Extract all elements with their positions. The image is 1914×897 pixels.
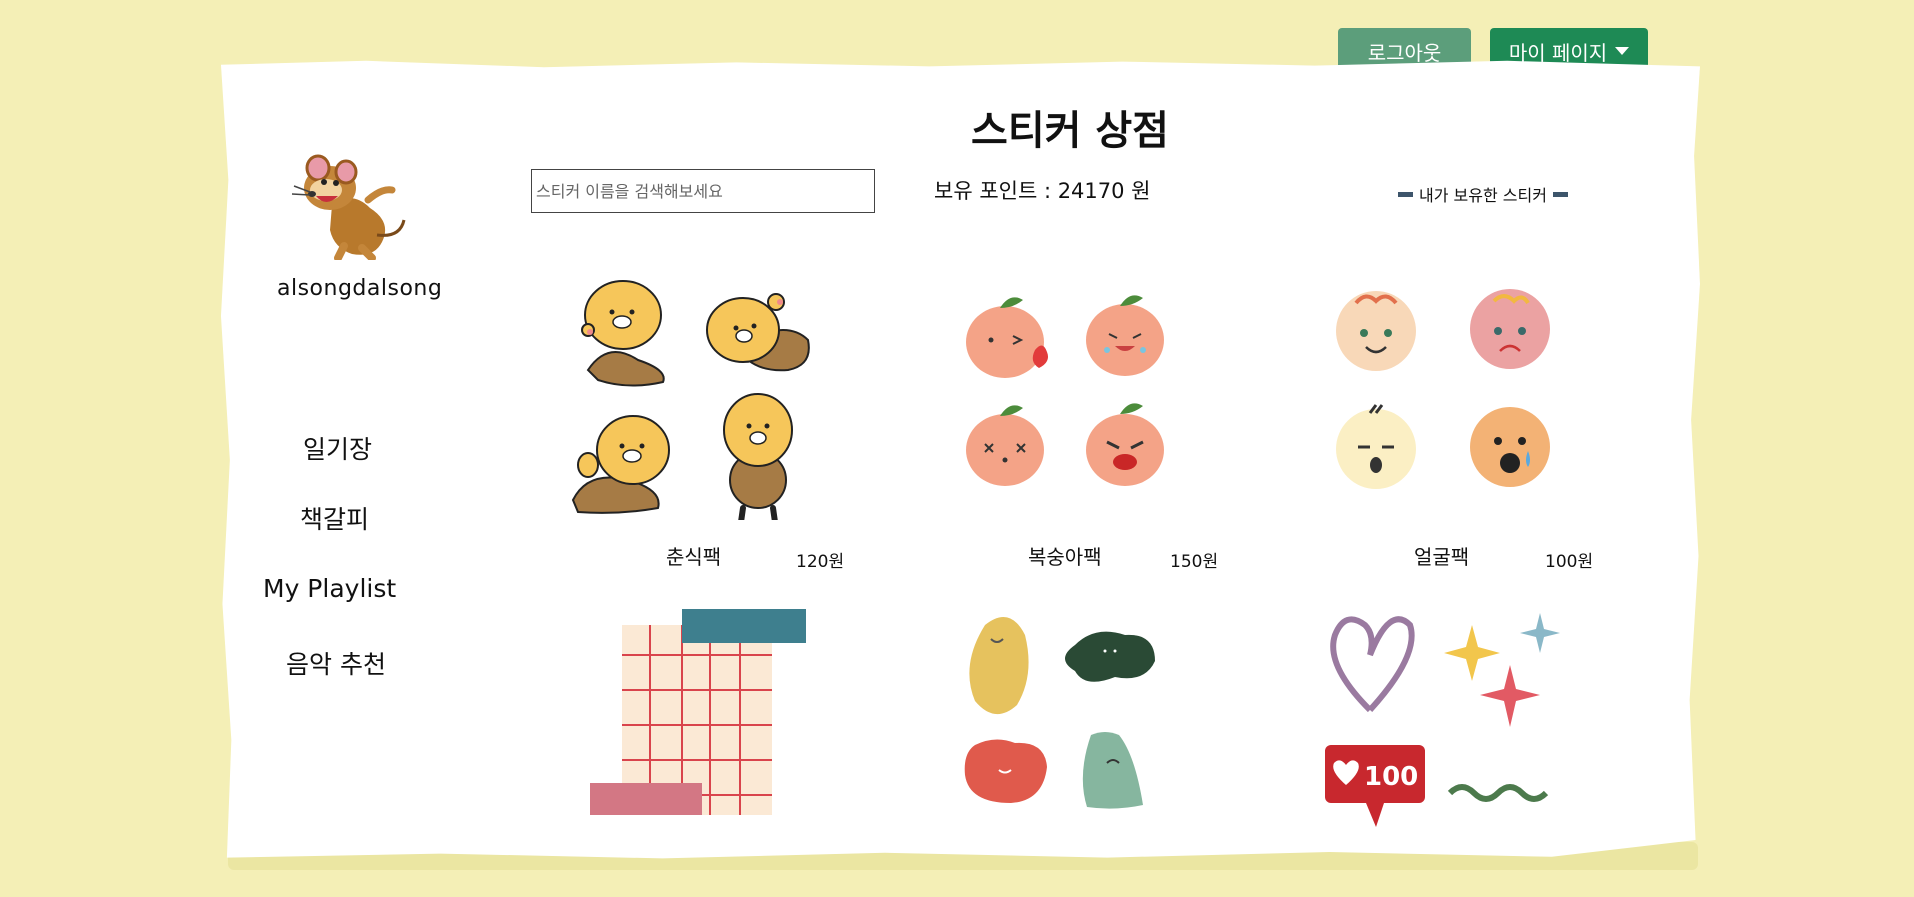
- points-balance: 보유 포인트 : 24170 원: [934, 179, 1151, 203]
- dash-icon: [1398, 191, 1413, 197]
- pack-name-face: 얼굴팩: [1414, 545, 1470, 569]
- owned-stickers-label: 내가 보유한 스티커: [1419, 186, 1547, 205]
- peach-pack-image[interactable]: [955, 290, 1185, 490]
- mypage-label: 마이 페이지: [1508, 40, 1608, 65]
- nav-item-playlist[interactable]: My Playlist: [263, 574, 396, 603]
- username: alsongdalsong: [277, 276, 443, 301]
- heart-sparkle-sticker-set[interactable]: 100: [1320, 605, 1570, 835]
- nav-item-bookmark[interactable]: 책갈피: [300, 500, 369, 536]
- pack-price-peach: 150원: [1170, 552, 1219, 572]
- chunsik-pack-image[interactable]: [568, 270, 838, 520]
- memo-paper-sticker[interactable]: [570, 605, 810, 825]
- pack-name-peach: 복숭아팩: [1028, 545, 1102, 569]
- logout-label: 로그아웃: [1367, 40, 1442, 65]
- caret-down-icon: [1615, 47, 1630, 55]
- page-title: 스티커 상점: [971, 108, 1169, 154]
- pack-price-face: 100원: [1545, 552, 1594, 572]
- face-pack-image[interactable]: [1330, 285, 1570, 495]
- pack-name-chunsik: 춘식팩: [666, 545, 722, 569]
- dash-icon: [1552, 191, 1568, 197]
- nav-item-music-recommend[interactable]: 음악 추천: [286, 645, 386, 681]
- svg-text:100: 100: [1364, 762, 1418, 792]
- nav-item-diary[interactable]: 일기장: [303, 430, 372, 466]
- blob-sticker-set[interactable]: [955, 605, 1195, 825]
- sticker-search-input[interactable]: [531, 169, 875, 213]
- owned-stickers-toggle[interactable]: 내가 보유한 스티커: [1392, 182, 1574, 206]
- pack-price-chunsik: 120원: [796, 552, 845, 572]
- profile-mouse-logo: [291, 154, 406, 260]
